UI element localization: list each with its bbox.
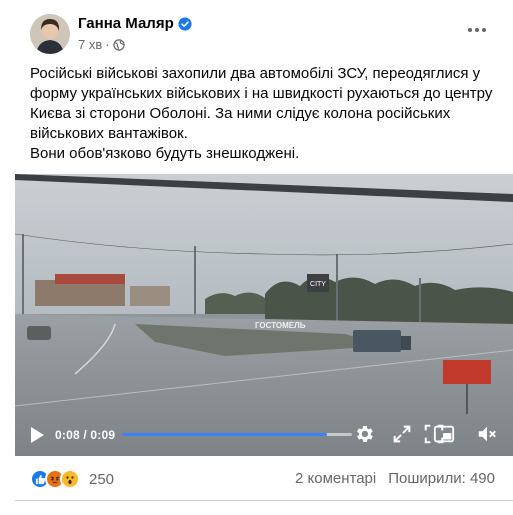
play-icon[interactable] — [29, 426, 45, 444]
post-paragraph-1: Російські військові захопили два автомоб… — [30, 64, 500, 144]
video-controls: 0:08 / 0:09 — [15, 406, 513, 456]
fullscreen-icon[interactable] — [391, 423, 413, 445]
post-footer: 250 2 коментарі Поширили: 490 — [30, 466, 499, 492]
post-time[interactable]: 7 хв — [78, 37, 102, 52]
settings-icon[interactable] — [353, 423, 375, 445]
more-options-icon[interactable] — [463, 20, 491, 40]
reaction-count: 250 — [89, 470, 115, 488]
post-paragraph-2: Вони обов'язково будуть знешкоджені. — [30, 145, 300, 162]
post-text: Російські військові захопили два автомоб… — [30, 64, 500, 164]
post-meta: 7 хв · — [78, 37, 125, 52]
text-line: форму українських військових і на швидко… — [30, 85, 493, 102]
video-player[interactable]: CITY ГОСТОМЕЛЬ 0:08 / 0:09 — [15, 174, 513, 456]
meta-separator: · — [105, 37, 110, 52]
hostomel-sign: ГОСТОМЕЛЬ — [255, 321, 306, 330]
video-progress-bar[interactable] — [122, 433, 352, 436]
video-time: 0:08 / 0:09 — [55, 428, 116, 442]
verified-badge-icon — [178, 16, 192, 31]
globe-icon — [112, 38, 125, 51]
reactions-summary[interactable]: 250 — [30, 468, 114, 490]
video-progress-fill — [122, 433, 327, 436]
avatar[interactable] — [30, 14, 70, 54]
post-header: Ганна Маляр 7 хв · — [14, 14, 499, 56]
picture-in-picture-icon[interactable] — [433, 423, 455, 445]
volume-muted-icon[interactable] — [476, 423, 498, 445]
author-name[interactable]: Ганна Маляр — [78, 15, 174, 32]
wow-reaction-icon — [60, 469, 80, 489]
divider — [15, 500, 513, 501]
post-stats: 2 коментарі Поширили: 490 — [295, 470, 495, 487]
city-sign: CITY — [310, 281, 326, 288]
author-line: Ганна Маляр — [78, 15, 192, 32]
shares-count[interactable]: Поширили: 490 — [388, 470, 495, 487]
post-card: Ганна Маляр 7 хв · Російські військові з… — [0, 0, 513, 515]
comments-count[interactable]: 2 коментарі — [295, 470, 376, 487]
text-line: Києва зі сторони Оболоні. За ними слідує… — [30, 105, 451, 122]
text-line: військових вантажівок. — [30, 125, 188, 142]
text-line: Російські військові захопили два автомоб… — [30, 65, 481, 82]
